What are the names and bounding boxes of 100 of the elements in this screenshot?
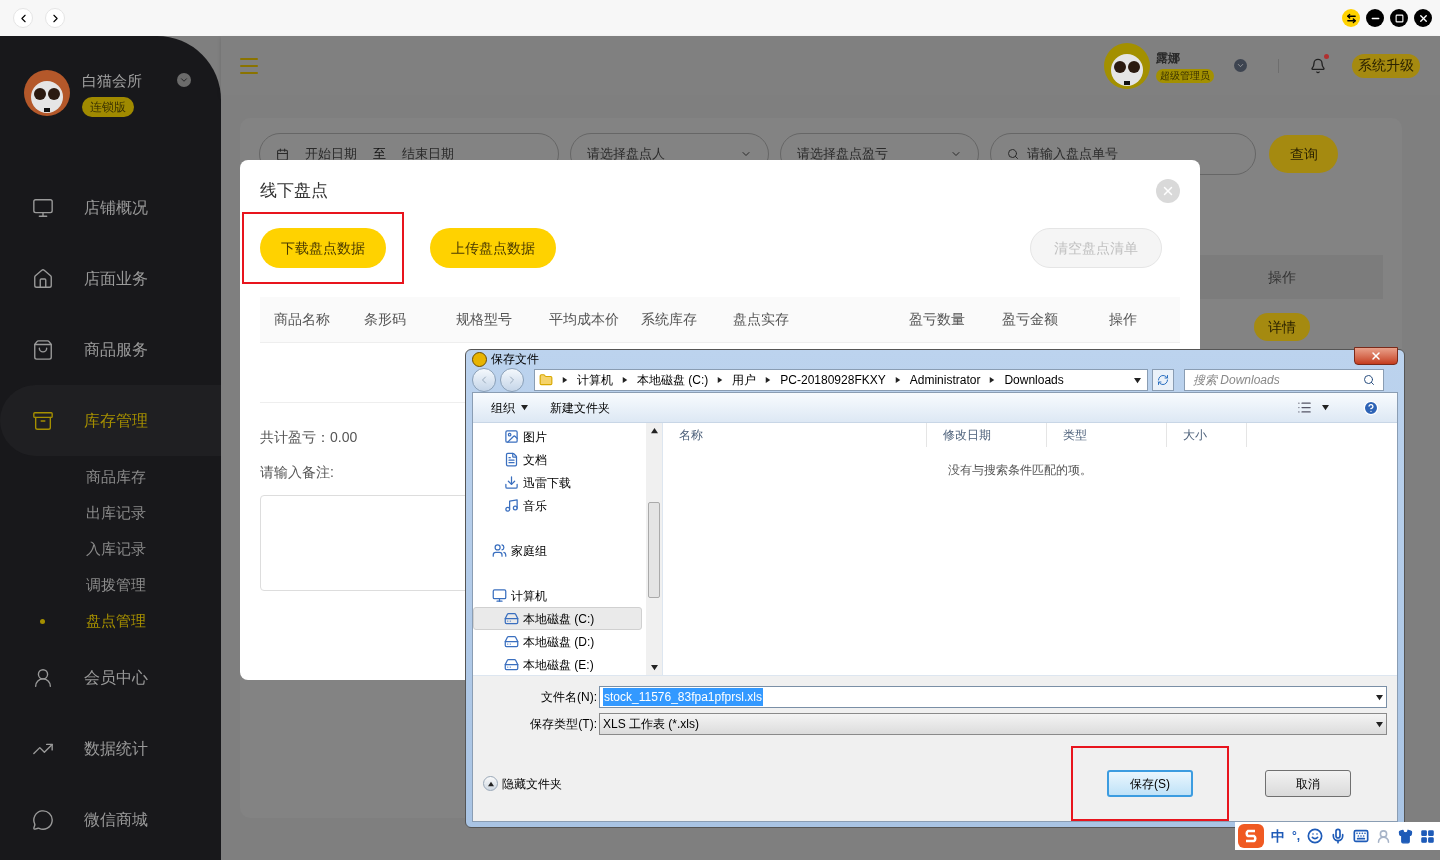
folder-tree-item[interactable]: 本地磁盘 (D:) (473, 630, 642, 653)
refresh-button[interactable] (1152, 369, 1174, 391)
maximize-button[interactable] (1390, 9, 1408, 27)
submenu-item[interactable]: 调拨管理 (0, 567, 221, 603)
minimize-button[interactable] (1366, 9, 1384, 27)
column-header[interactable]: 大小 (1167, 423, 1247, 447)
upgrade-button[interactable]: 系统升级 (1352, 53, 1420, 78)
submenu-item[interactable]: 出库记录 (0, 495, 221, 531)
remark-label: 请输入备注: (260, 463, 334, 482)
search-icon (1363, 374, 1375, 386)
caret-icon (487, 780, 494, 787)
filename-label: 文件名(N): (540, 689, 598, 706)
close-button[interactable] (1354, 347, 1398, 365)
input-mode[interactable]: 中 (1271, 825, 1285, 847)
caret-icon (562, 377, 568, 383)
document-icon (504, 452, 519, 467)
sidebar-item[interactable]: 库存管理 (0, 385, 221, 456)
end-date: 结束日期 (402, 145, 454, 164)
nav-icon (32, 409, 54, 432)
avatar (24, 70, 70, 116)
ime-logo-icon[interactable] (1238, 824, 1264, 848)
sidebar-item[interactable]: 会员中心 (0, 642, 221, 713)
caret-icon (1134, 376, 1141, 384)
hide-folders-button[interactable]: 隐藏文件夹 (483, 774, 562, 793)
app-icon (472, 351, 487, 367)
breadcrumb-item[interactable]: Administrator (909, 371, 981, 389)
avatar (1104, 42, 1150, 89)
new-folder-button[interactable]: 新建文件夹 (550, 398, 610, 417)
column-header[interactable]: 类型 (1047, 423, 1167, 447)
folder-tree-item[interactable]: 计算机 (473, 584, 642, 607)
nav-icon (32, 666, 54, 689)
dialog-button[interactable]: 保存(S) (1107, 770, 1193, 797)
folder-tree-item[interactable]: 迅雷下载 (473, 471, 642, 494)
submenu-item[interactable]: 盘点管理 (0, 603, 221, 639)
folder-tree-item[interactable]: 本地磁盘 (C:) (473, 607, 642, 630)
punctuation-mode[interactable]: °, (1292, 827, 1301, 845)
calendar-icon (276, 147, 289, 161)
caret-icon (894, 377, 901, 383)
microphone-icon[interactable] (1330, 828, 1347, 844)
sidebar-item[interactable]: 数据统计 (0, 713, 221, 784)
monitor-icon (492, 588, 507, 603)
column-header: 盘点实存 (732, 310, 790, 329)
grid-icon[interactable] (1420, 828, 1436, 844)
organize-menu[interactable]: 组织 (491, 398, 528, 417)
view-button[interactable] (1297, 400, 1329, 415)
dialog-title: 保存文件 (491, 351, 539, 368)
close-button[interactable] (1414, 9, 1432, 27)
drive-icon (504, 657, 519, 672)
folder-tree-item[interactable]: 本地磁盘 (E:) (473, 653, 642, 676)
sidebar-item[interactable]: 店铺概况 (0, 172, 221, 243)
keyboard-icon[interactable] (1353, 828, 1370, 844)
modal-title: 线下盘点 (260, 180, 328, 203)
close-icon (1161, 184, 1175, 198)
folder-tree-item[interactable]: 家庭组 (473, 539, 642, 562)
help-icon[interactable] (1363, 399, 1379, 416)
dialog-button[interactable]: 取消 (1265, 770, 1351, 797)
notification-button[interactable] (1310, 57, 1326, 74)
role-badge: 超级管理员 (1156, 68, 1214, 83)
sidebar-item[interactable]: 店面业务 (0, 243, 221, 314)
action-button[interactable]: 下载盘点数据 (260, 228, 386, 268)
caret-icon (650, 427, 658, 434)
sidebar-item[interactable]: 微信商城 (0, 784, 221, 855)
caret-icon (1376, 720, 1383, 728)
chevron-icon (1236, 61, 1245, 70)
smiley-icon[interactable] (1307, 828, 1324, 844)
submenu-item[interactable]: 入库记录 (0, 531, 221, 567)
column-header: 盈亏数量 (909, 310, 967, 329)
details-button[interactable]: 详情 (1253, 313, 1310, 341)
switch-button[interactable] (1342, 9, 1360, 27)
column-header: 操作 (1267, 267, 1296, 287)
shirt-icon[interactable] (1398, 828, 1414, 844)
maximize-icon (1394, 13, 1404, 23)
breadcrumb-item[interactable]: 本地磁盘 (C:) (637, 371, 709, 389)
breadcrumb-item[interactable]: PC-20180928FKXY (780, 371, 886, 389)
breadcrumb-item[interactable]: 计算机 (577, 371, 613, 389)
dropdown-button[interactable] (177, 73, 191, 87)
address-bar[interactable]: 计算机 本地磁盘 (C:) 用户 PC-20180928FKXY Administrator Downloads (534, 369, 1148, 391)
folder-tree-item[interactable]: 图片 (473, 425, 642, 448)
filetype-select[interactable]: XLS 工作表 (*.xls) (599, 713, 1387, 735)
drive-icon (504, 634, 519, 649)
query-button[interactable]: 查询 (1269, 135, 1338, 173)
column-header: 规格型号 (456, 310, 514, 329)
folder-tree-item[interactable]: 文档 (473, 448, 642, 471)
search-field[interactable]: 搜索 Downloads (1184, 369, 1384, 391)
column-header: 系统库存 (640, 310, 698, 329)
swap-icon (1345, 12, 1357, 24)
download-icon (504, 475, 519, 490)
column-header[interactable]: 修改日期 (927, 423, 1047, 447)
action-button[interactable]: 上传盘点数据 (430, 228, 556, 268)
list-icon (1297, 400, 1312, 415)
breadcrumb-item[interactable]: Downloads (1004, 371, 1064, 389)
column-header: 操作 (1109, 310, 1139, 329)
scrollbar[interactable] (646, 423, 662, 675)
folder-tree-item[interactable]: 音乐 (473, 494, 642, 517)
breadcrumb-item[interactable]: 用户 (732, 371, 757, 389)
column-header[interactable]: 名称 (663, 423, 927, 447)
caret-icon (989, 377, 996, 383)
sidebar-item[interactable]: 商品服务 (0, 314, 221, 385)
dropdown-button[interactable] (1234, 59, 1247, 72)
submenu-item[interactable]: 商品库存 (0, 459, 221, 495)
